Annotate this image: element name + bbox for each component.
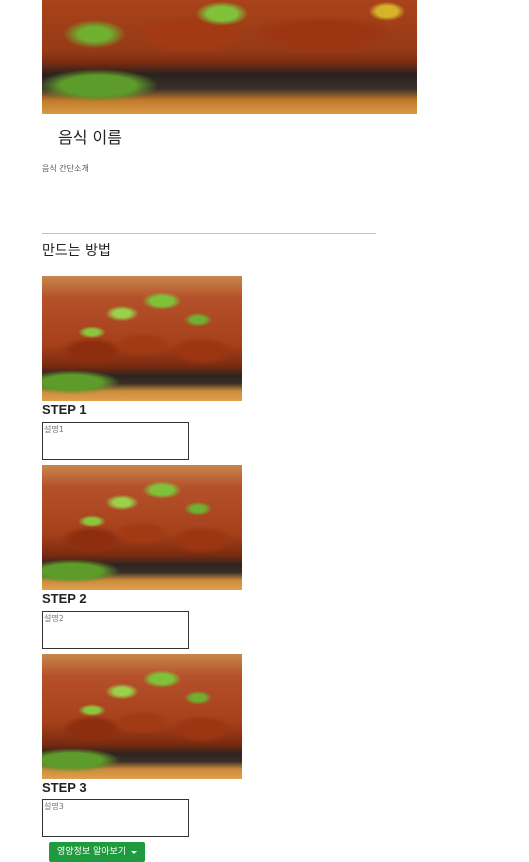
step-1-description[interactable]: 설명1 — [42, 422, 189, 460]
step-3-description[interactable]: 설명3 — [42, 799, 189, 837]
step-3-label: STEP 3 — [42, 780, 87, 795]
step-3-image — [42, 654, 242, 779]
section-divider — [42, 233, 376, 234]
food-name: 음식 이름 — [58, 128, 122, 147]
nutrition-info-button[interactable]: 영양정보 알아보기 — [49, 842, 146, 862]
step-1-label: STEP 1 — [42, 402, 87, 417]
step-1-image — [42, 276, 242, 401]
caret-down-icon — [131, 850, 138, 854]
food-intro: 음식 간단소개 — [42, 164, 89, 173]
food-hero-image — [42, 0, 417, 114]
nutrition-info-button-label: 영양정보 알아보기 — [57, 847, 127, 857]
step-2-description[interactable]: 설명2 — [42, 611, 189, 649]
step-2-label: STEP 2 — [42, 591, 87, 606]
method-title: 만드는 방법 — [42, 243, 111, 259]
step-2-image — [42, 465, 242, 590]
